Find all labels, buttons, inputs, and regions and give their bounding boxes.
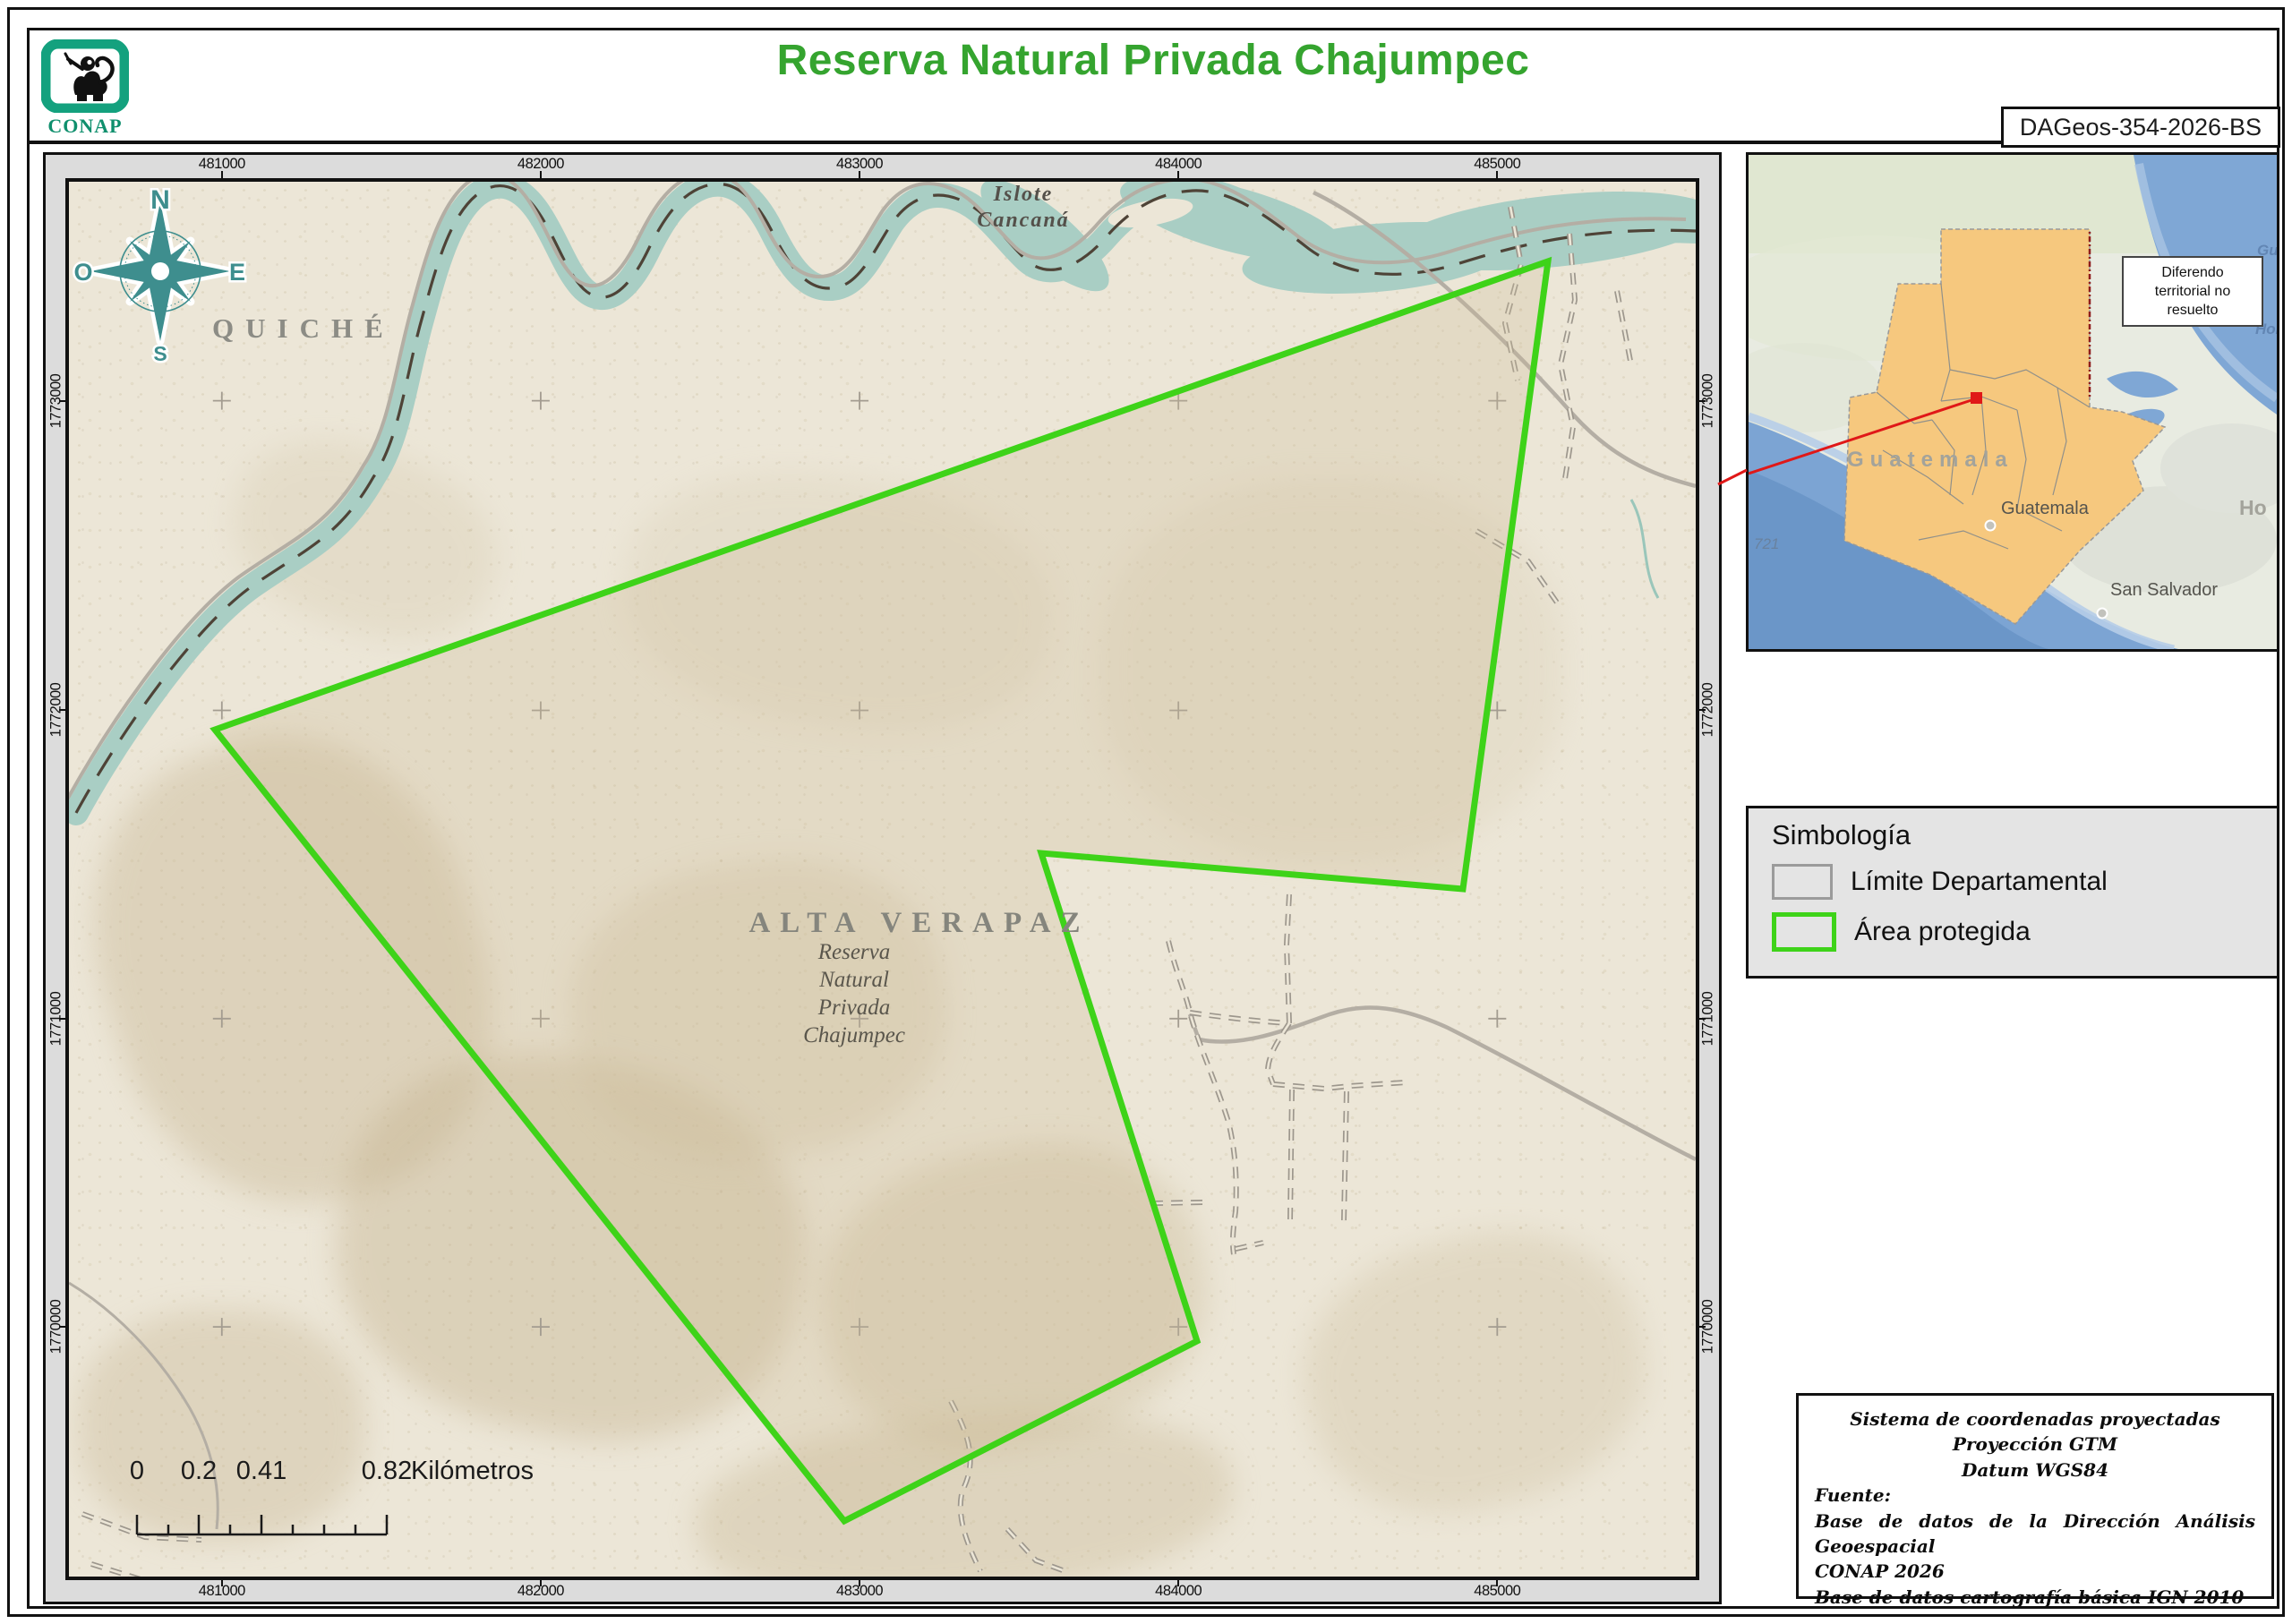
coordinate-bands: 4810004810004820004820004830004830004840… xyxy=(46,155,1719,1602)
inset-honduras-label: Ho xyxy=(2239,496,2267,519)
legend-title: Simbología xyxy=(1772,819,1911,851)
document-code: DAGeos-354-2026-BS xyxy=(2020,114,2262,141)
san-salvador-dot xyxy=(2098,609,2108,619)
coordinate-tick xyxy=(1496,171,1498,178)
legend: Simbología Límite Departamental Área pro… xyxy=(1746,806,2279,979)
inset-capital-label: Guatemala xyxy=(2001,499,2090,518)
protected-area-swatch xyxy=(1772,912,1836,952)
coordinate-tick xyxy=(59,400,65,402)
coordinate-tick xyxy=(59,1326,65,1328)
projection-info-box: Sistema de coordenadas proyectadas Proye… xyxy=(1796,1393,2274,1599)
projection-line: Proyección GTM xyxy=(1815,1432,2255,1457)
source-title: Fuente: xyxy=(1815,1483,2255,1508)
coordinate-tick xyxy=(59,1018,65,1020)
inset-city-label: San Salvador xyxy=(2110,580,2218,600)
document-code-box: DAGeos-354-2026-BS xyxy=(2001,107,2280,148)
coordinate-tick xyxy=(1177,1580,1179,1586)
inset-country-label: Guatemala xyxy=(1847,448,2014,472)
source-line-1: Base de datos de la Dirección Análisis G… xyxy=(1815,1509,2255,1560)
inset-depth-label: 721 xyxy=(1754,535,1779,552)
coordinate-tick xyxy=(859,171,860,178)
coordinate-tick xyxy=(859,1580,860,1586)
map-sheet: CONAP Reserva Natural Privada Chajumpec … xyxy=(0,0,2292,1624)
territorial-dispute-annotation: Diferendo territorial no resuelto xyxy=(2122,256,2263,327)
reserve-location-marker xyxy=(1971,392,1982,404)
coordinate-tick xyxy=(59,709,65,711)
datum-line: Datum WGS84 xyxy=(1815,1457,2255,1483)
coordinate-tick xyxy=(1699,709,1706,711)
crs-line: Sistema de coordenadas proyectadas xyxy=(1815,1406,2255,1432)
coordinate-tick xyxy=(221,171,223,178)
page-title: Reserva Natural Privada Chajumpec xyxy=(27,36,2279,85)
source-line-2: CONAP 2026 xyxy=(1815,1559,2255,1584)
inset-map-graphic: Guatemala Guatemala San Salvador Ho 721 … xyxy=(1749,155,2277,649)
legend-item-protected-area: Área protegida xyxy=(1772,912,2031,952)
coordinate-tick xyxy=(540,171,542,178)
map-frame: N E S O QUICHÉ Islote Cancaná ALTA VERAP… xyxy=(43,152,1722,1604)
source-line-3: Base de datos cartografía básica IGN 201… xyxy=(1815,1585,2255,1610)
inset-locator-map: Guatemala Guatemala San Salvador Ho 721 … xyxy=(1746,152,2279,652)
coordinate-tick xyxy=(1699,1326,1706,1328)
coordinate-tick xyxy=(1496,1580,1498,1586)
guatemala-city-dot xyxy=(1986,521,1996,531)
legend-item-departmental-limit: Límite Departamental xyxy=(1772,864,2108,900)
coordinate-tick xyxy=(221,1580,223,1586)
header-divider xyxy=(30,141,2277,144)
coordinate-tick xyxy=(1699,400,1706,402)
departmental-limit-swatch xyxy=(1772,864,1833,900)
coordinate-tick xyxy=(1699,1018,1706,1020)
coordinate-tick xyxy=(540,1580,542,1586)
coordinate-tick xyxy=(1177,171,1179,178)
conap-logo-text: CONAP xyxy=(41,115,129,138)
inset-pointer-connector xyxy=(1715,461,1748,488)
